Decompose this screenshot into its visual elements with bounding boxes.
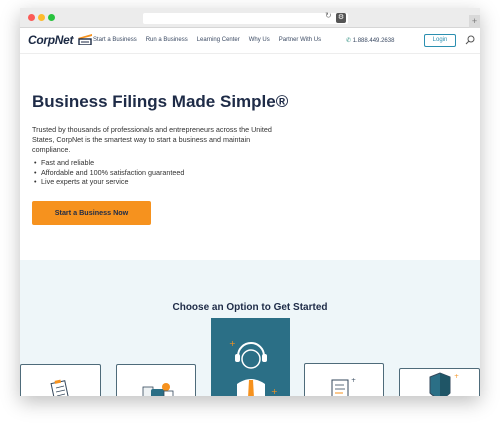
site-header: CorpNet Start a Business Run a Business … xyxy=(20,28,480,54)
start-business-button[interactable]: Start a Business Now xyxy=(32,201,151,225)
nav-start-a-business[interactable]: Start a Business xyxy=(93,37,137,43)
hero-title: Business Filings Made Simple® xyxy=(32,92,289,111)
option-card-expert-help[interactable]: + + xyxy=(211,318,290,396)
feature-item: Live experts at your service xyxy=(32,177,184,187)
browser-toolbar: ↻ ⚙ xyxy=(20,8,480,28)
login-button[interactable]: Login xyxy=(424,34,456,47)
svg-text:+: + xyxy=(271,387,278,396)
hero-description: Trusted by thousands of professionals an… xyxy=(32,125,272,154)
phone-icon: ✆ xyxy=(346,38,352,44)
close-window-button[interactable] xyxy=(28,14,35,21)
nav-run-a-business[interactable]: Run a Business xyxy=(146,37,188,43)
nav-partner-with-us[interactable]: Partner With Us xyxy=(279,37,321,43)
svg-text:+: + xyxy=(351,377,356,384)
document-icon: + xyxy=(331,377,356,396)
maximize-window-button[interactable] xyxy=(48,14,55,21)
support-agent-icon: + + xyxy=(229,339,278,396)
clipboard-icon xyxy=(50,379,70,396)
feature-list: Fast and reliable Affordable and 100% sa… xyxy=(32,158,184,187)
minimize-window-button[interactable] xyxy=(38,14,45,21)
feature-item: Fast and reliable xyxy=(32,158,184,168)
corpnet-logo[interactable]: CorpNet xyxy=(28,33,74,47)
new-tab-button[interactable]: + xyxy=(469,15,480,28)
shield-icon: + xyxy=(429,372,459,396)
svg-text:+: + xyxy=(229,339,236,348)
svg-text:+: + xyxy=(454,373,459,380)
nav-learning-center[interactable]: Learning Center xyxy=(197,37,240,43)
option-card-protection[interactable]: + xyxy=(399,368,480,396)
option-card-compliance[interactable]: + xyxy=(304,363,384,396)
address-bar[interactable] xyxy=(143,13,348,24)
search-icon[interactable] xyxy=(465,35,475,45)
option-card-business-tools[interactable] xyxy=(116,364,196,396)
main-nav: Start a Business Run a Business Learning… xyxy=(93,37,321,43)
browser-window: ↻ ⚙ CorpNet Start a Business Run a Busin… xyxy=(20,8,480,396)
feature-item: Affordable and 100% satisfaction guarant… xyxy=(32,168,184,178)
phone-link[interactable]: ✆ 1.888.449.2638 xyxy=(346,37,394,44)
options-title: Choose an Option to Get Started xyxy=(172,302,328,313)
business-tools-icon xyxy=(142,383,174,396)
extension-icon[interactable]: ⚙ xyxy=(336,13,346,23)
phone-number: 1.888.449.2638 xyxy=(352,38,395,44)
reload-icon[interactable]: ↻ xyxy=(325,11,332,20)
logo-mark-icon xyxy=(78,34,92,45)
nav-why-us[interactable]: Why Us xyxy=(249,37,270,43)
option-card-documents[interactable] xyxy=(20,364,101,396)
